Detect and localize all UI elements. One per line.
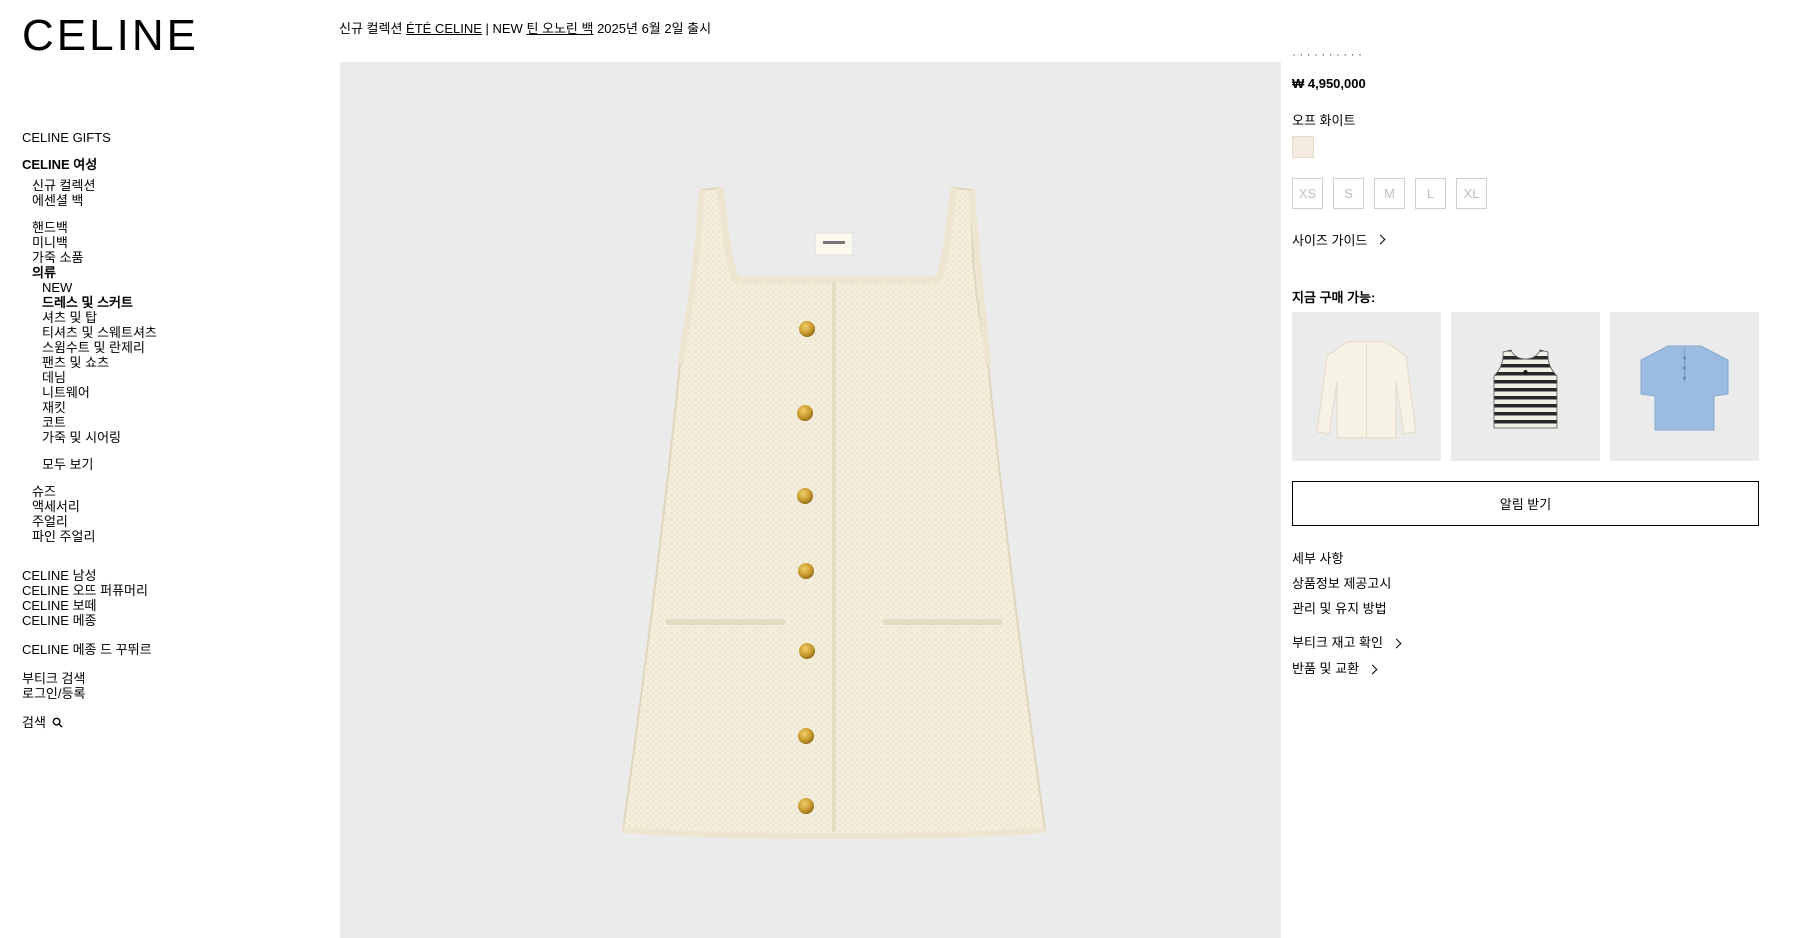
size-option-m[interactable]: M bbox=[1374, 178, 1405, 209]
nav-clothing[interactable]: 의류 bbox=[22, 265, 157, 280]
available-now-heading: 지금 구매 가능: bbox=[1292, 290, 1376, 305]
returns-exchanges-link[interactable]: 반품 및 교환 bbox=[1292, 656, 1400, 682]
cardigan-image bbox=[1316, 341, 1417, 439]
nav-login-register[interactable]: 로그인/등록 bbox=[22, 686, 157, 701]
nav-leather-shearling[interactable]: 가죽 및 시어링 bbox=[22, 430, 157, 445]
search-icon bbox=[52, 717, 63, 728]
celine-logo[interactable]: CELINE bbox=[22, 14, 199, 58]
nav-jewelry[interactable]: 주얼리 bbox=[22, 514, 157, 529]
related-products bbox=[1292, 312, 1759, 461]
nav-new-collection[interactable]: 신규 컬렉션 bbox=[22, 178, 157, 193]
size-guide-label: 사이즈 가이드 bbox=[1292, 233, 1368, 248]
chevron-right-icon bbox=[1375, 234, 1386, 245]
nav-maison-de-couture[interactable]: CELINE 메종 드 꾸뛰르 bbox=[22, 642, 157, 657]
product-image[interactable] bbox=[340, 62, 1281, 938]
nav-search[interactable]: 검색 bbox=[22, 715, 157, 730]
notify-me-button[interactable]: 알림 받기 bbox=[1292, 481, 1759, 526]
nav-coats[interactable]: 코트 bbox=[22, 415, 157, 430]
announce-link-tin-onorin[interactable]: 틴 오노린 백 bbox=[526, 21, 593, 36]
check-boutique-stock-link[interactable]: 부티크 재고 확인 bbox=[1292, 630, 1402, 656]
nav-handbags[interactable]: 핸드백 bbox=[22, 220, 157, 235]
size-option-xs[interactable]: XS bbox=[1292, 178, 1323, 209]
nav-haute-parfumerie[interactable]: CELINE 오뜨 퍼퓨머리 bbox=[22, 583, 157, 598]
nav-shirts-tops[interactable]: 셔츠 및 탑 bbox=[22, 310, 157, 325]
product-title-clipped: · · · · · · · · · · bbox=[1292, 50, 1362, 59]
nav-jackets[interactable]: 재킷 bbox=[22, 400, 157, 415]
product-info-notice-link[interactable]: 상품정보 제공고시 bbox=[1292, 571, 1391, 596]
nav-denim[interactable]: 데님 bbox=[22, 370, 157, 385]
size-option-s[interactable]: S bbox=[1333, 178, 1364, 209]
size-selector: XS S M L XL bbox=[1292, 178, 1487, 209]
nav-dresses-skirts[interactable]: 드레스 및 스커트 bbox=[22, 295, 157, 310]
nav-mini-bags[interactable]: 미니백 bbox=[22, 235, 157, 250]
color-name: 오프 화이트 bbox=[1292, 113, 1356, 128]
nav-pants-shorts[interactable]: 팬츠 및 쇼츠 bbox=[22, 355, 157, 370]
announce-suffix: 2025년 6월 2일 출시 bbox=[593, 21, 712, 36]
sidebar-nav: CELINE GIFTS CELINE 여성 신규 컬렉션 에센셜 백 핸드백 … bbox=[22, 130, 157, 730]
nav-tshirts-sweatshirts[interactable]: 티셔츠 및 스웨트셔츠 bbox=[22, 325, 157, 340]
related-product-blue-polo[interactable] bbox=[1610, 312, 1759, 461]
nav-celine-men[interactable]: CELINE 남성 bbox=[22, 568, 157, 583]
nav-swimwear-lingerie[interactable]: 스윔수트 및 란제리 bbox=[22, 340, 157, 355]
related-product-cardigan[interactable] bbox=[1292, 312, 1441, 461]
store-links: 부티크 재고 확인 반품 및 교환 bbox=[1292, 630, 1402, 682]
chevron-right-icon bbox=[1367, 664, 1378, 674]
returns-label: 반품 및 교환 bbox=[1292, 661, 1360, 676]
nav-celine-women[interactable]: CELINE 여성 bbox=[22, 157, 157, 172]
size-option-xl[interactable]: XL bbox=[1456, 178, 1487, 209]
tweed-dress-illustration bbox=[621, 186, 1047, 839]
nav-shoes[interactable]: 슈즈 bbox=[22, 484, 157, 499]
nav-celine-maison[interactable]: CELINE 메종 bbox=[22, 613, 157, 628]
announcement-bar: 신규 컬렉션 ÉTÉ CELINE | NEW 틴 오노린 백 2025년 6월… bbox=[339, 18, 711, 37]
striped-tank-image bbox=[1493, 349, 1558, 429]
search-label: 검색 bbox=[22, 715, 46, 730]
announce-middle: | NEW bbox=[481, 21, 527, 36]
nav-celine-beaute[interactable]: CELINE 보떼 bbox=[22, 598, 157, 613]
color-swatch-off-white[interactable] bbox=[1292, 136, 1314, 158]
check-stock-label: 부티크 재고 확인 bbox=[1292, 635, 1383, 650]
details-link[interactable]: 세부 사항 bbox=[1292, 546, 1391, 571]
product-price: ₩ 4,950,000 bbox=[1292, 76, 1366, 91]
nav-clothing-new[interactable]: NEW bbox=[22, 280, 157, 295]
announce-link-ete-celine[interactable]: ÉTÉ CELINE bbox=[406, 21, 482, 36]
nav-knitwear[interactable]: 니트웨어 bbox=[22, 385, 157, 400]
chevron-right-icon bbox=[1391, 638, 1402, 648]
size-guide-link[interactable]: 사이즈 가이드 bbox=[1292, 230, 1386, 249]
nav-fine-jewelry[interactable]: 파인 주얼리 bbox=[22, 529, 157, 544]
nav-celine-gifts[interactable]: CELINE GIFTS bbox=[22, 130, 157, 145]
product-info-links: 세부 사항 상품정보 제공고시 관리 및 유지 방법 bbox=[1292, 546, 1391, 621]
announce-prefix: 신규 컬렉션 bbox=[339, 21, 407, 36]
nav-view-all[interactable]: 모두 보기 bbox=[22, 457, 157, 472]
size-option-l[interactable]: L bbox=[1415, 178, 1446, 209]
care-link[interactable]: 관리 및 유지 방법 bbox=[1292, 596, 1391, 621]
nav-boutique-search[interactable]: 부티크 검색 bbox=[22, 671, 157, 686]
nav-essential-bags[interactable]: 에센셜 백 bbox=[22, 193, 157, 208]
related-product-striped-tank[interactable] bbox=[1451, 312, 1600, 461]
nav-leather-goods[interactable]: 가죽 소품 bbox=[22, 250, 157, 265]
nav-accessories[interactable]: 액세서리 bbox=[22, 499, 157, 514]
blue-polo-image bbox=[1640, 345, 1729, 431]
